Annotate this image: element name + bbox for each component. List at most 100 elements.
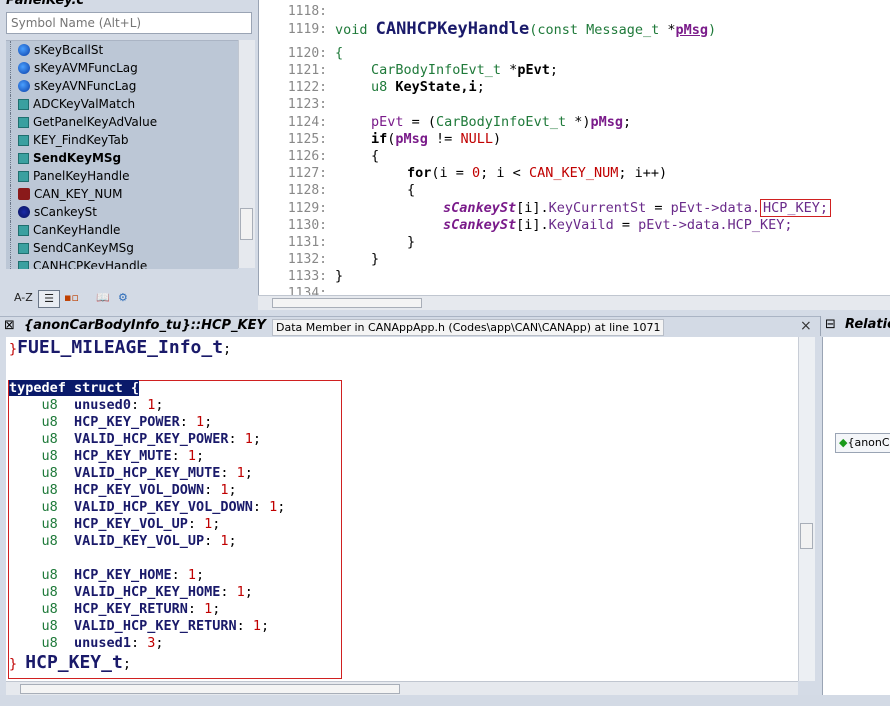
code-token: 0 — [472, 165, 481, 181]
field-type: u8 — [41, 465, 58, 481]
field-bits: 1 — [187, 448, 196, 464]
list-item[interactable]: CAN_KEY_NUM — [6, 185, 238, 203]
list-item[interactable]: SendKeyMSg — [6, 149, 238, 167]
code-token: CAN_KEY_NUM — [528, 165, 619, 181]
field-name: HCP_KEY_RETURN — [74, 601, 188, 617]
list-item[interactable]: KEY_FindKeyTab — [6, 131, 238, 149]
list-item[interactable]: sCankeySt — [6, 203, 238, 221]
line-number: 1131: — [287, 235, 327, 250]
field-type: u8 — [41, 448, 58, 464]
gear-icon[interactable]: ⚙ — [118, 290, 128, 306]
struct-field: u8 HCP_KEY_VOL_UP: 1; — [41, 516, 221, 532]
list-item[interactable]: sKeyAVMFuncLag — [6, 59, 238, 77]
line-number: 1122: — [287, 80, 327, 95]
field-bits: 1 — [147, 397, 156, 413]
struct-field: u8 HCP_KEY_RETURN: 1; — [41, 601, 221, 617]
field-bits: 1 — [236, 584, 245, 600]
code-token: pMsg — [395, 131, 428, 147]
list-item[interactable]: sKeyBcallSt — [6, 41, 238, 59]
context-code-view[interactable]: }FUEL_MILEAGE_Info_t; typedef struct { u… — [6, 337, 798, 681]
field-bits: 1 — [204, 516, 213, 532]
field-type: u8 — [41, 431, 58, 447]
list-item[interactable]: ADCKeyValMatch — [6, 95, 238, 113]
context-icon: ⊠ — [4, 318, 15, 333]
context-title: {anonCarBodyInfo_tu}::HCP_KEY — [24, 318, 266, 333]
code-token: KeyVaild — [548, 217, 614, 233]
struct-field: u8 unused0: 1; — [41, 397, 164, 413]
field-name: VALID_HCP_KEY_POWER — [74, 431, 229, 447]
list-item[interactable]: PanelKeyHandle — [6, 167, 238, 185]
function-icon — [18, 171, 29, 182]
context-horizontal-scrollbar[interactable] — [6, 681, 798, 696]
field-type: u8 — [41, 482, 58, 498]
symbol-list: sKeyBcallSt sKeyAVMFuncLag sKeyAVNFuncLa… — [6, 40, 238, 269]
struct-field: u8 unused1: 3; — [41, 635, 164, 651]
code-token: pEvt->data. — [670, 200, 761, 216]
book-icon[interactable]: 📖 — [96, 290, 110, 306]
line-number: 1129: — [287, 201, 327, 216]
struct-field: u8 HCP_KEY_HOME: 1; — [41, 567, 205, 583]
struct-variable-icon — [18, 206, 30, 218]
scrollbar-thumb[interactable] — [240, 208, 253, 240]
line-number: 1126: — [287, 149, 327, 164]
sort-az-button[interactable]: A-Z — [14, 290, 33, 306]
typedef-keyword: typedef struct { — [9, 380, 140, 396]
variable-icon — [18, 80, 30, 92]
context-vertical-scrollbar[interactable] — [798, 337, 815, 681]
code-token: CANHCPKeyHandle — [375, 19, 530, 39]
field-name: VALID_HCP_KEY_RETURN — [74, 618, 237, 634]
struct-field: u8 HCP_KEY_MUTE: 1; — [41, 448, 205, 464]
category-view-icon[interactable]: ▪▫ — [64, 290, 79, 306]
struct-field: u8 VALID_HCP_KEY_POWER: 1; — [41, 431, 262, 447]
line-number: 1118: — [287, 4, 327, 19]
list-item[interactable]: GetPanelKeyAdValue — [6, 113, 238, 131]
context-description: Data Member in CANAppApp.h (Codes\app\CA… — [272, 319, 665, 336]
code-token: sCankeySt — [443, 217, 517, 233]
field-type: u8 — [41, 533, 58, 549]
field-bits: 1 — [236, 465, 245, 481]
scrollbar-thumb[interactable] — [272, 298, 422, 308]
line-number: 1123: — [287, 97, 327, 112]
status-strip — [0, 695, 890, 706]
code-token: CarBodyInfoEvt_t — [371, 62, 502, 78]
line-number: 1121: — [287, 63, 327, 78]
code-token: pEvt — [517, 62, 550, 78]
field-bits: 3 — [147, 635, 156, 651]
list-view-icon[interactable]: ☰ — [38, 290, 60, 308]
code-token: const — [537, 22, 578, 38]
code-token: u8 — [371, 79, 388, 95]
line-number: 1120: — [287, 46, 327, 61]
code-token: sCankeySt — [443, 200, 517, 216]
code-token: Message_t — [586, 22, 660, 38]
code-token: for — [407, 165, 432, 181]
function-icon — [18, 225, 29, 236]
list-item[interactable]: CANHCPKeyHandle — [6, 257, 238, 269]
function-icon — [18, 117, 29, 128]
symbol-list-scrollbar[interactable] — [238, 40, 255, 268]
field-type: u8 — [41, 567, 58, 583]
function-icon — [18, 261, 29, 269]
code-token: pMsg — [590, 114, 623, 130]
editor-horizontal-scrollbar[interactable] — [258, 295, 890, 310]
struct-type-name: HCP_KEY_t — [25, 652, 123, 673]
struct-field: u8 VALID_HCP_KEY_MUTE: 1; — [41, 465, 253, 481]
code-token: NULL — [460, 131, 493, 147]
list-item[interactable]: SendCanKeyMSg — [6, 239, 238, 257]
list-item[interactable]: sKeyAVNFuncLag — [6, 77, 238, 95]
field-type: u8 — [41, 618, 58, 634]
line-number: 1134: — [287, 286, 327, 295]
relation-graph[interactable]: ◆{anonC — [822, 337, 890, 695]
close-icon[interactable]: × — [800, 318, 812, 334]
code-token: pMsg — [675, 22, 709, 38]
list-item[interactable]: CanKeyHandle — [6, 221, 238, 239]
scrollbar-thumb[interactable] — [800, 523, 813, 549]
code-editor[interactable]: 1118: 1119: void CANHCPKeyHandle(const Me… — [258, 0, 890, 295]
symbol-search-input[interactable] — [6, 12, 252, 34]
relation-node[interactable]: ◆{anonC — [835, 433, 890, 453]
field-name: HCP_KEY_POWER — [74, 414, 180, 430]
field-bits: 1 — [252, 618, 262, 634]
highlighted-token[interactable]: HCP_KEY; — [760, 199, 832, 217]
scrollbar-thumb[interactable] — [20, 684, 400, 694]
function-icon — [18, 153, 29, 164]
line-number: 1124: — [287, 115, 327, 130]
